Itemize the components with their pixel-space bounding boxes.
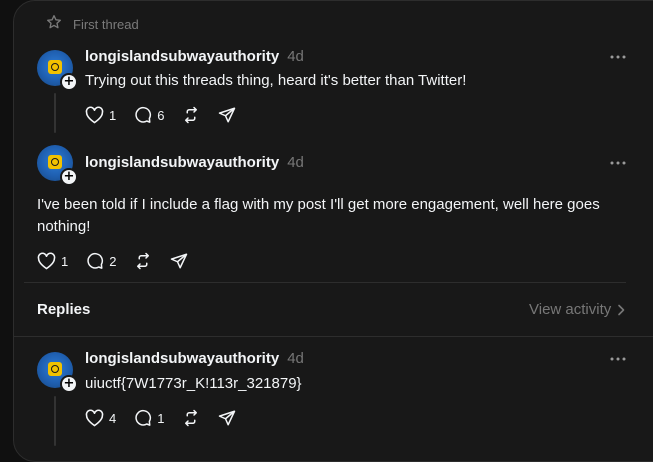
send-icon bbox=[219, 410, 236, 426]
logo-icon bbox=[48, 155, 62, 169]
repost-icon bbox=[185, 409, 198, 427]
post-actions: 1 2 bbox=[37, 252, 206, 270]
post-actions: 1 6 bbox=[85, 106, 254, 124]
username[interactable]: longislandsubwayauthority bbox=[85, 48, 279, 65]
comment-count: 2 bbox=[109, 253, 117, 269]
replies-title: Replies bbox=[37, 301, 91, 318]
like-count: 4 bbox=[109, 410, 117, 426]
post-text: Trying out this threads thing, heard it'… bbox=[85, 72, 467, 89]
avatar[interactable]: + bbox=[37, 50, 78, 91]
timestamp: 4d bbox=[287, 154, 304, 171]
heart-icon bbox=[37, 252, 56, 270]
repost-button[interactable] bbox=[182, 409, 200, 427]
view-activity-label: View activity bbox=[529, 301, 612, 318]
like-button[interactable]: 1 bbox=[85, 106, 116, 124]
comment-button[interactable]: 2 bbox=[86, 252, 116, 270]
post-text: I've been told if I include a flag with … bbox=[37, 196, 600, 235]
send-icon bbox=[219, 107, 236, 123]
avatar[interactable]: + bbox=[37, 352, 78, 393]
thread-line bbox=[54, 93, 56, 133]
heart-icon bbox=[85, 409, 104, 427]
divider bbox=[13, 336, 653, 337]
more-options-icon[interactable] bbox=[610, 55, 626, 59]
view-activity-link[interactable]: View activity bbox=[529, 301, 625, 318]
logo-icon bbox=[48, 60, 62, 74]
comment-button[interactable]: 1 bbox=[134, 409, 164, 427]
more-options-icon[interactable] bbox=[610, 357, 626, 361]
username[interactable]: longislandsubwayauthority bbox=[85, 154, 279, 171]
timestamp: 4d bbox=[287, 48, 304, 65]
send-icon bbox=[171, 253, 188, 269]
repost-icon bbox=[185, 106, 198, 124]
post-header: longislandsubwayauthority 4d bbox=[85, 350, 304, 368]
comment-icon bbox=[87, 252, 104, 269]
avatar[interactable]: + bbox=[37, 145, 78, 186]
follow-plus-icon[interactable]: + bbox=[60, 73, 78, 91]
share-button[interactable] bbox=[218, 409, 236, 427]
post-actions: 4 1 bbox=[85, 409, 254, 427]
comment-icon bbox=[135, 106, 152, 123]
post-header: longislandsubwayauthority 4d bbox=[85, 48, 304, 66]
like-count: 1 bbox=[61, 253, 69, 269]
share-button[interactable] bbox=[170, 252, 188, 270]
like-button[interactable]: 1 bbox=[37, 252, 68, 270]
comment-button[interactable]: 6 bbox=[134, 106, 164, 124]
comment-count: 1 bbox=[157, 410, 165, 426]
follow-plus-icon[interactable]: + bbox=[60, 168, 78, 186]
logo-icon bbox=[48, 362, 62, 376]
post-header: longislandsubwayauthority 4d bbox=[85, 154, 304, 172]
like-button[interactable]: 4 bbox=[85, 409, 116, 427]
comment-count: 6 bbox=[157, 107, 165, 123]
reply-text: uiuctf{7W1773r_K!113r_321879} bbox=[85, 375, 302, 392]
repost-button[interactable] bbox=[134, 252, 152, 270]
repost-button[interactable] bbox=[182, 106, 200, 124]
follow-plus-icon[interactable]: + bbox=[60, 375, 78, 393]
repost-icon bbox=[137, 252, 150, 270]
thread-title: First thread bbox=[73, 17, 139, 32]
like-count: 1 bbox=[109, 107, 117, 123]
chevron-right-icon bbox=[618, 304, 625, 315]
timestamp: 4d bbox=[287, 350, 304, 367]
heart-icon bbox=[85, 106, 104, 124]
thread-line bbox=[54, 396, 56, 446]
divider bbox=[24, 282, 626, 283]
more-options-icon[interactable] bbox=[610, 161, 626, 165]
username[interactable]: longislandsubwayauthority bbox=[85, 350, 279, 367]
share-button[interactable] bbox=[218, 106, 236, 124]
comment-icon bbox=[135, 409, 152, 426]
star-icon[interactable] bbox=[46, 14, 62, 30]
